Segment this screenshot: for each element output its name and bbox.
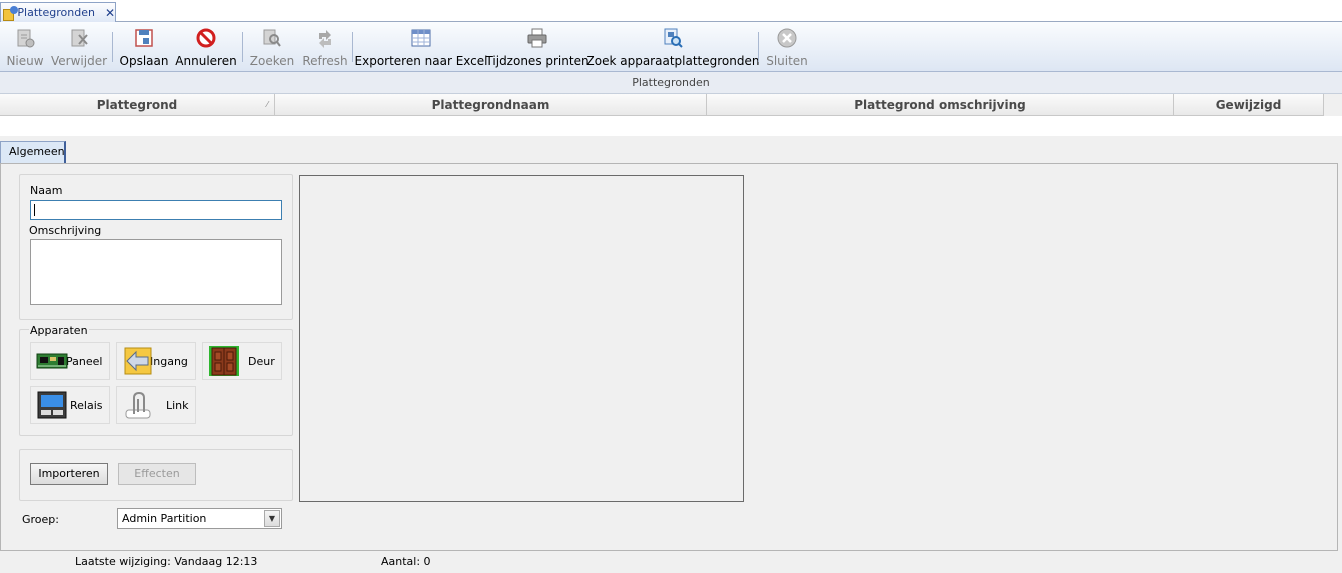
count-status: Aantal: 0 [381,555,431,568]
entrance-arrow-icon [122,346,154,376]
toolbar-separator [242,32,243,62]
toolbar-separator [112,32,113,62]
toolbar-separator [352,32,353,62]
column-header-label: Plattegrond [96,98,178,112]
document-tab-plattegronden[interactable]: Plattegronden ✕ [0,2,116,22]
close-icon[interactable]: ✕ [105,6,115,20]
text-caret [34,204,35,216]
description-label: Omschrijving [29,224,102,237]
document-tab-strip: Plattegronden ✕ [0,0,1342,22]
relay-icon [36,390,68,420]
floorplan-icon [3,5,19,21]
effects-button[interactable]: Effecten [118,463,196,485]
find-device-floorplans-button-label: Zoek apparaatplattegronden [586,54,760,68]
new-button-label: Nieuw [6,54,44,68]
spreadsheet-icon [409,26,433,50]
grid-caption: Plattegronden [0,72,1342,94]
refresh-button[interactable]: Refresh [302,22,348,72]
search-icon [260,26,284,50]
search-button[interactable]: Zoeken [250,22,294,72]
find-device-icon [661,26,685,50]
grid-header: Plattegrond ⁄ Plattegrondnaam Plattegron… [0,94,1324,116]
panel-device-button[interactable]: Paneel [30,342,110,380]
description-input[interactable] [30,239,282,305]
group-select-value: Admin Partition [122,512,207,525]
panel-device-label: Paneel [66,354,103,368]
column-header-omschrijving[interactable]: Plattegrond omschrijving [707,94,1174,116]
column-header-label: Gewijzigd [1215,98,1282,112]
door-icon [208,346,240,376]
properties-group: Naam Omschrijving [19,174,293,320]
delete-button[interactable]: Verwijder [51,22,108,72]
export-excel-button[interactable]: Exporteren naar Excel [355,22,488,72]
new-button[interactable]: Nieuw [6,22,44,72]
save-button-label: Opslaan [119,54,169,68]
relay-device-label: Relais [70,398,103,412]
column-header-gewijzigd[interactable]: Gewijzigd [1174,94,1324,116]
door-device-label: Deur [248,354,275,368]
status-bar: Laatste wijziging: Vandaag 12:13 Aantal:… [0,551,1342,573]
entrance-device-label: Ingang [150,354,188,368]
detail-tab-strip: Algemeen [0,138,1342,163]
link-device-label: Link [166,398,189,412]
export-excel-button-label: Exporteren naar Excel [354,54,488,68]
last-change-status: Laatste wijziging: Vandaag 12:13 [75,555,258,568]
cancel-button[interactable]: Annuleren [175,22,237,72]
paperclip-icon [122,390,154,420]
tab-algemeen[interactable]: Algemeen [0,141,66,163]
document-tab-label: Plattegronden [17,6,95,19]
refresh-icon [313,26,337,50]
floorplan-canvas[interactable] [299,175,744,502]
column-header-label: Plattegrond omschrijving [854,98,1026,112]
name-label: Naam [30,184,63,197]
grid-body[interactable] [0,116,1342,136]
printer-icon [525,26,549,50]
devices-label: Apparaten [29,324,89,337]
print-timezones-button-label: Tijdzones printen [485,54,589,68]
close-button[interactable]: Sluiten [766,22,808,72]
cancel-button-label: Annuleren [175,54,237,68]
relay-device-button[interactable]: Relais [30,386,110,424]
delete-button-label: Verwijder [51,54,108,68]
circuit-board-icon [36,346,68,376]
column-header-plattegrondnaam[interactable]: Plattegrondnaam [275,94,707,116]
print-timezones-button[interactable]: Tijdzones printen [485,22,589,72]
actions-group: Importeren Effecten [19,449,293,501]
group-label: Groep: [22,513,59,526]
entrance-device-button[interactable]: Ingang [116,342,196,380]
delete-document-icon [67,26,91,50]
save-icon [132,26,156,50]
detail-panel: Naam Omschrijving Apparaten Paneel Ingan… [0,163,1338,551]
toolbar: Nieuw Verwijder Opslaan Annuleren Zoeken… [0,22,1342,72]
search-button-label: Zoeken [249,54,295,68]
find-device-floorplans-button[interactable]: Zoek apparaatplattegronden [587,22,759,72]
close-circle-icon [775,26,799,50]
link-device-button[interactable]: Link [116,386,196,424]
refresh-button-label: Refresh [302,54,348,68]
cancel-icon [194,26,218,50]
toolbar-separator [758,32,759,62]
column-header-plattegrond[interactable]: Plattegrond ⁄ [0,94,275,116]
import-button[interactable]: Importeren [30,463,108,485]
chevron-down-icon[interactable]: ▼ [264,510,280,527]
column-header-label: Plattegrondnaam [431,98,550,112]
name-input[interactable] [30,200,282,220]
new-document-icon [13,26,37,50]
devices-group: Apparaten Paneel Ingang Deur Relais Link [19,324,293,436]
save-button[interactable]: Opslaan [120,22,168,72]
sort-icon: ⁄ [266,100,268,109]
close-button-label: Sluiten [766,54,808,68]
door-device-button[interactable]: Deur [202,342,282,380]
group-select[interactable]: Admin Partition ▼ [117,508,282,529]
